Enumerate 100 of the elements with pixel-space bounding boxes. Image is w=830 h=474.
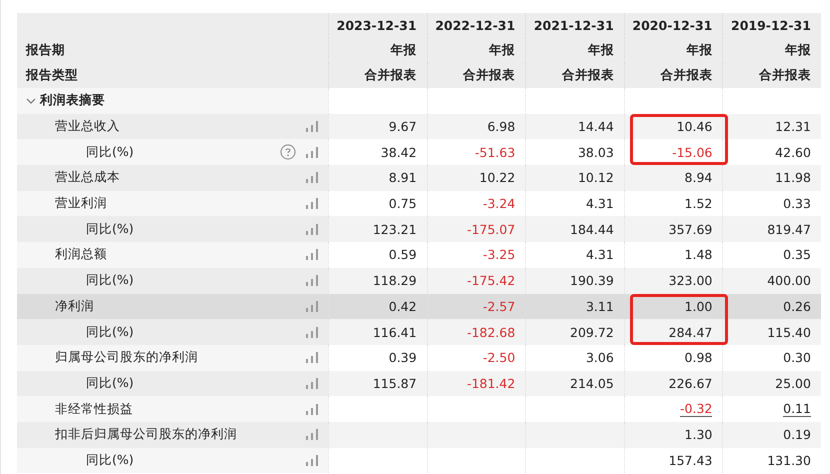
table-cell: 209.72: [570, 324, 614, 340]
row-label: 净利润: [54, 298, 94, 315]
chevron-icon: [26, 96, 36, 106]
bar-chart-icon[interactable]: [306, 121, 318, 132]
table-cell: 1.52: [684, 196, 712, 212]
table-cell: 400.00: [767, 273, 811, 288]
table-row[interactable]: 营业总成本 8.91 10.22 10.12 8.94 11.98: [17, 165, 821, 191]
table-cell: 10.46: [676, 119, 712, 134]
table-row[interactable]: 扣非后归属母公司股东的净利润 1.30 0.19: [17, 422, 821, 448]
bar-chart-icon[interactable]: [306, 249, 318, 260]
table-cell: -175.42: [466, 273, 516, 288]
table-cell: 8.94: [684, 170, 712, 186]
table-cell: 4.31: [586, 247, 614, 262]
value-link[interactable]: 0.11: [783, 401, 811, 418]
section-title: 利润表摘要: [40, 92, 105, 110]
bar-chart-icon[interactable]: [306, 352, 318, 364]
table-row[interactable]: 营业总收入 9.67 6.98 14.44 10.46 12.31: [17, 114, 821, 140]
bar-chart-icon[interactable]: [306, 198, 318, 210]
bar-chart-icon[interactable]: [306, 146, 318, 158]
table-cell: 42.60: [775, 144, 811, 160]
bar-chart-icon[interactable]: [306, 224, 318, 235]
table-row[interactable]: 营业利润 0.75 -3.24 4.31 1.52 0.33: [17, 190, 821, 216]
bar-chart-icon[interactable]: [306, 404, 318, 415]
table-cell: 3.11: [586, 298, 614, 314]
table-cell: 38.42: [380, 144, 417, 160]
row-header-label: 报告期: [26, 42, 65, 59]
table-cell: -181.42: [466, 376, 516, 391]
table-cell: 25.00: [775, 376, 811, 391]
row-label: 营业总收入: [54, 118, 120, 136]
table-cell: -175.07: [466, 222, 516, 237]
bar-chart-icon[interactable]: [306, 326, 318, 338]
table-cell: 0.26: [783, 298, 811, 314]
table-cell: 0.35: [783, 247, 811, 262]
table-cell: 0.30: [783, 350, 811, 366]
table-cell: 8.91: [388, 170, 417, 186]
table-row[interactable]: 同比(%) 115.87 -181.42 214.05 226.67 25.00: [17, 370, 821, 396]
row-label: 非经常性损益: [54, 400, 133, 418]
table-cell: 0.98: [684, 350, 712, 366]
table-cell: 0.39: [388, 350, 417, 366]
table-cell: 11.98: [775, 170, 811, 186]
row-label: 同比(%): [85, 324, 134, 341]
row-label: 同比(%): [85, 374, 134, 392]
section-toggle[interactable]: 利润表摘要: [17, 92, 105, 110]
row-label: 同比(%): [85, 452, 134, 469]
bar-chart-icon[interactable]: [306, 300, 318, 312]
table-cell: 357.69: [668, 222, 712, 237]
table-cell: 131.30: [767, 452, 811, 468]
row-header-label: 报告类型: [26, 67, 78, 84]
table-cell: 0.33: [783, 196, 811, 212]
table-cell: 323.00: [668, 273, 712, 288]
table-cell: -2.50: [482, 350, 516, 366]
bar-chart-icon[interactable]: [306, 429, 318, 440]
table-cell: -3.24: [482, 196, 516, 212]
table-cell: 9.67: [388, 119, 417, 134]
row-label: 扣非后归属母公司股东的净利润: [54, 426, 237, 444]
table-cell: 38.03: [578, 144, 614, 160]
table-cell: 6.98: [487, 119, 516, 134]
table-cell: 4.31: [586, 196, 614, 212]
table-cell: 116.41: [372, 324, 417, 340]
value-link[interactable]: -0.32: [680, 401, 712, 418]
table-cell: 10.12: [578, 170, 614, 186]
row-label: 同比(%): [85, 220, 134, 238]
table-cell: 115.40: [767, 324, 811, 340]
bar-chart-icon[interactable]: [306, 275, 318, 286]
bar-chart-icon[interactable]: [306, 378, 318, 389]
table-cell: 0.75: [388, 196, 417, 212]
table-cell: 10.22: [479, 170, 516, 186]
table-cell: 0.19: [783, 427, 811, 442]
table-cell: -15.06: [672, 144, 712, 160]
table-cell: 284.47: [668, 324, 712, 340]
table-cell: 0.42: [388, 298, 417, 314]
row-label: 营业总成本: [54, 169, 120, 186]
table-row[interactable]: 同比(%) 116.41 -182.68 209.72 284.47 115.40: [17, 319, 821, 345]
table-cell: -51.63: [474, 144, 516, 160]
help-icon[interactable]: [280, 144, 296, 160]
table-cell: 819.47: [767, 222, 811, 237]
table-cell: 118.29: [372, 273, 417, 288]
table-cell: 0.59: [388, 247, 417, 262]
row-label: 同比(%): [85, 144, 134, 161]
table-cell: 1.30: [684, 427, 712, 442]
table-cell: 214.05: [570, 376, 614, 391]
table-row[interactable]: 同比(%) 157.43 131.30: [17, 448, 821, 474]
table-cell: 12.31: [775, 119, 811, 134]
row-label: 利润总额: [54, 246, 107, 264]
table-cell: 190.39: [570, 273, 614, 288]
table-cell: -2.57: [482, 298, 516, 314]
bar-chart-icon[interactable]: [306, 172, 318, 184]
table-cell: 3.06: [586, 350, 614, 366]
row-label: 归属母公司股东的净利润: [54, 349, 198, 366]
table-cell: 115.87: [372, 376, 417, 391]
table-cell: 14.44: [578, 119, 614, 134]
bar-chart-icon[interactable]: [306, 454, 318, 466]
table-row[interactable]: 同比(%) 118.29 -175.42 190.39 323.00 400.00: [17, 268, 821, 294]
table-row[interactable]: 净利润 0.42 -2.57 3.11 1.00 0.26: [17, 294, 821, 320]
table-row[interactable]: 同比(%) 123.21 -175.07 184.44 357.69 819.47: [17, 216, 821, 242]
table-cell: 123.21: [372, 222, 417, 237]
row-label: 同比(%): [85, 272, 134, 290]
row-label: 营业利润: [54, 195, 107, 212]
table-cell: 226.67: [668, 376, 712, 391]
table-cell: 1.48: [684, 247, 712, 262]
